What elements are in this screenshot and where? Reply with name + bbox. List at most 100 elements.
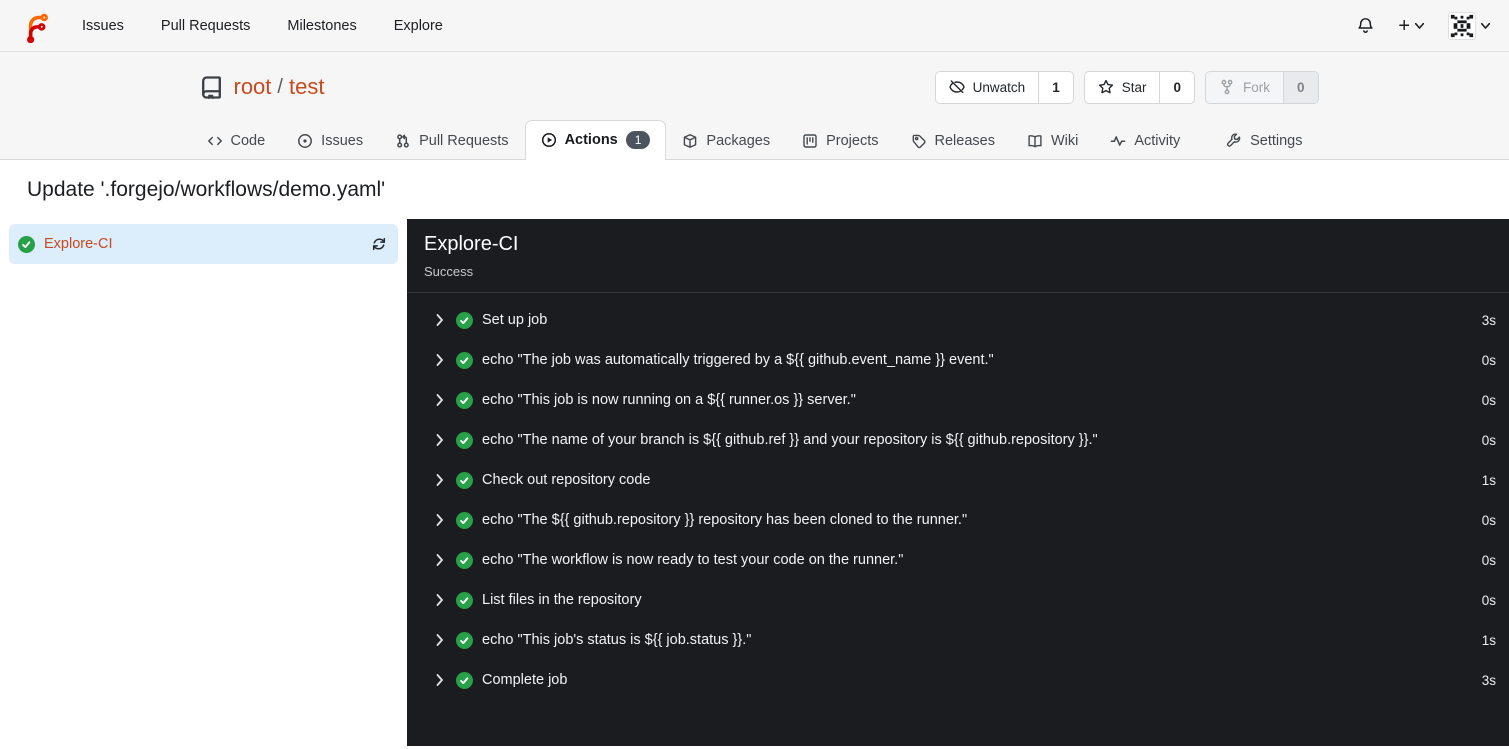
chevron-right-icon [433, 592, 447, 608]
chevron-down-icon [1481, 22, 1490, 29]
step-label: echo "The workflow is now ready to test … [482, 552, 904, 568]
issue-circle-icon [298, 134, 313, 148]
repo-name-link[interactable]: test [289, 74, 324, 100]
tab-activity[interactable]: Activity [1094, 122, 1196, 160]
repo-action-buttons: Unwatch 1 Star 0 Fork 0 [934, 70, 1319, 104]
job-log-panel: Explore-CI Success Set up job 3s echo "T… [407, 219, 1509, 746]
step-row[interactable]: echo "The job was automatically triggere… [407, 340, 1509, 380]
step-label: echo "The job was automatically triggere… [482, 352, 994, 368]
chevron-right-icon [433, 512, 447, 528]
chevron-right-icon [433, 312, 447, 328]
unwatch-button[interactable]: Unwatch [936, 72, 1039, 103]
success-check-icon [456, 551, 473, 569]
success-check-icon [456, 591, 473, 609]
step-label: echo "The name of your branch is ${{ git… [482, 432, 1098, 448]
step-label: Complete job [482, 672, 568, 688]
package-icon [684, 133, 697, 149]
actions-count-badge: 1 [625, 131, 651, 149]
step-label: echo "This job's status is ${{ job.statu… [482, 632, 752, 648]
tab-releases[interactable]: Releases [895, 122, 1011, 160]
tab-packages[interactable]: Packages [666, 122, 786, 160]
job-status: Success [424, 264, 474, 279]
user-menu-dropdown[interactable] [1448, 11, 1490, 40]
git-pull-request-icon [397, 134, 409, 148]
stars-count[interactable]: 0 [1159, 71, 1194, 103]
tab-settings[interactable]: Settings [1210, 122, 1318, 160]
success-check-icon [18, 235, 35, 253]
watchers-count[interactable]: 1 [1038, 71, 1073, 103]
step-row[interactable]: echo "This job's status is ${{ job.statu… [407, 620, 1509, 660]
tab-wiki[interactable]: Wiki [1011, 122, 1094, 160]
step-row[interactable]: echo "The ${{ github.repository }} repos… [407, 500, 1509, 540]
job-title: Explore-CI [424, 233, 519, 255]
step-duration: 0s [1481, 392, 1496, 408]
tab-actions[interactable]: Actions 1 [524, 120, 667, 160]
chevron-down-icon [1415, 22, 1424, 29]
step-row[interactable]: Check out repository code 1s [407, 460, 1509, 500]
tab-label: Settings [1250, 133, 1303, 149]
tab-label: Actions [564, 132, 618, 148]
navbar-link-pull-requests[interactable]: Pull Requests [161, 18, 250, 34]
repo-header: root / test Unwatch 1 Star 0 Fork 0 Code… [0, 52, 1509, 160]
star-button[interactable]: Star [1085, 72, 1160, 103]
tab-label: Projects [826, 133, 879, 149]
create-new-dropdown[interactable]: + [1398, 16, 1424, 36]
tab-code[interactable]: Code [191, 122, 282, 160]
success-check-icon [456, 631, 473, 649]
tab-label: Wiki [1050, 133, 1079, 149]
git-fork-icon [1221, 79, 1233, 95]
navbar-link-explore[interactable]: Explore [394, 18, 443, 34]
step-row[interactable]: Complete job 3s [407, 660, 1509, 700]
step-duration: 3s [1481, 672, 1496, 688]
step-label: Check out repository code [482, 472, 651, 488]
step-duration: 0s [1481, 592, 1496, 608]
step-duration: 3s [1481, 312, 1496, 328]
avatar [1448, 11, 1476, 40]
forks-count[interactable]: 0 [1282, 71, 1318, 103]
step-row[interactable]: echo "The name of your branch is ${{ git… [407, 420, 1509, 460]
tab-issues[interactable]: Issues [281, 122, 379, 160]
tab-projects[interactable]: Projects [786, 122, 894, 160]
success-check-icon [456, 391, 473, 409]
fork-label: Fork [1242, 79, 1270, 95]
unwatch-label: Unwatch [972, 79, 1026, 95]
sync-icon [372, 237, 386, 251]
repo-breadcrumb: root / test [234, 74, 325, 100]
repo-owner-link[interactable]: root [234, 74, 272, 100]
step-label: Set up job [482, 312, 548, 328]
jobs-sidebar: Explore-CI [0, 219, 407, 746]
job-log-header: Explore-CI Success [407, 219, 1509, 293]
fork-button-group: Fork 0 [1204, 70, 1319, 104]
step-row[interactable]: Set up job 3s [407, 300, 1509, 340]
tab-label: Releases [934, 133, 995, 149]
success-check-icon [456, 511, 473, 529]
step-duration: 0s [1481, 432, 1496, 448]
forgejo-logo-icon[interactable] [19, 9, 53, 43]
notifications-button[interactable] [1357, 17, 1374, 34]
actions-run-view: Explore-CI Explore-CI Success Set up job… [0, 219, 1509, 746]
step-row[interactable]: echo "The workflow is now ready to test … [407, 540, 1509, 580]
navbar-link-issues[interactable]: Issues [82, 18, 124, 34]
fork-button[interactable]: Fork [1206, 72, 1283, 103]
star-button-group: Star 0 [1083, 70, 1195, 104]
step-row[interactable]: echo "This job is now running on a ${{ r… [407, 380, 1509, 420]
chevron-right-icon [433, 472, 447, 488]
pulse-icon [1110, 136, 1126, 146]
tab-label: Packages [706, 133, 771, 149]
success-check-icon [456, 431, 473, 449]
repo-tabs: Code Issues Pull Requests Actions 1 Pack… [191, 120, 1319, 160]
tab-pull-requests[interactable]: Pull Requests [379, 122, 524, 160]
chevron-right-icon [433, 352, 447, 368]
success-check-icon [456, 311, 473, 329]
chevron-right-icon [433, 432, 447, 448]
navbar-link-milestones[interactable]: Milestones [287, 18, 356, 34]
bell-icon [1358, 18, 1373, 33]
job-steps-list: Set up job 3s echo "The job was automati… [407, 293, 1509, 700]
job-item-explore-ci[interactable]: Explore-CI [9, 224, 398, 264]
page-title: Update '.forgejo/workflows/demo.yaml' [27, 177, 386, 201]
project-board-icon [803, 134, 817, 148]
step-row[interactable]: List files in the repository 0s [407, 580, 1509, 620]
star-icon [1098, 79, 1113, 94]
step-label: List files in the repository [482, 592, 642, 608]
rerun-job-button[interactable] [371, 236, 387, 252]
